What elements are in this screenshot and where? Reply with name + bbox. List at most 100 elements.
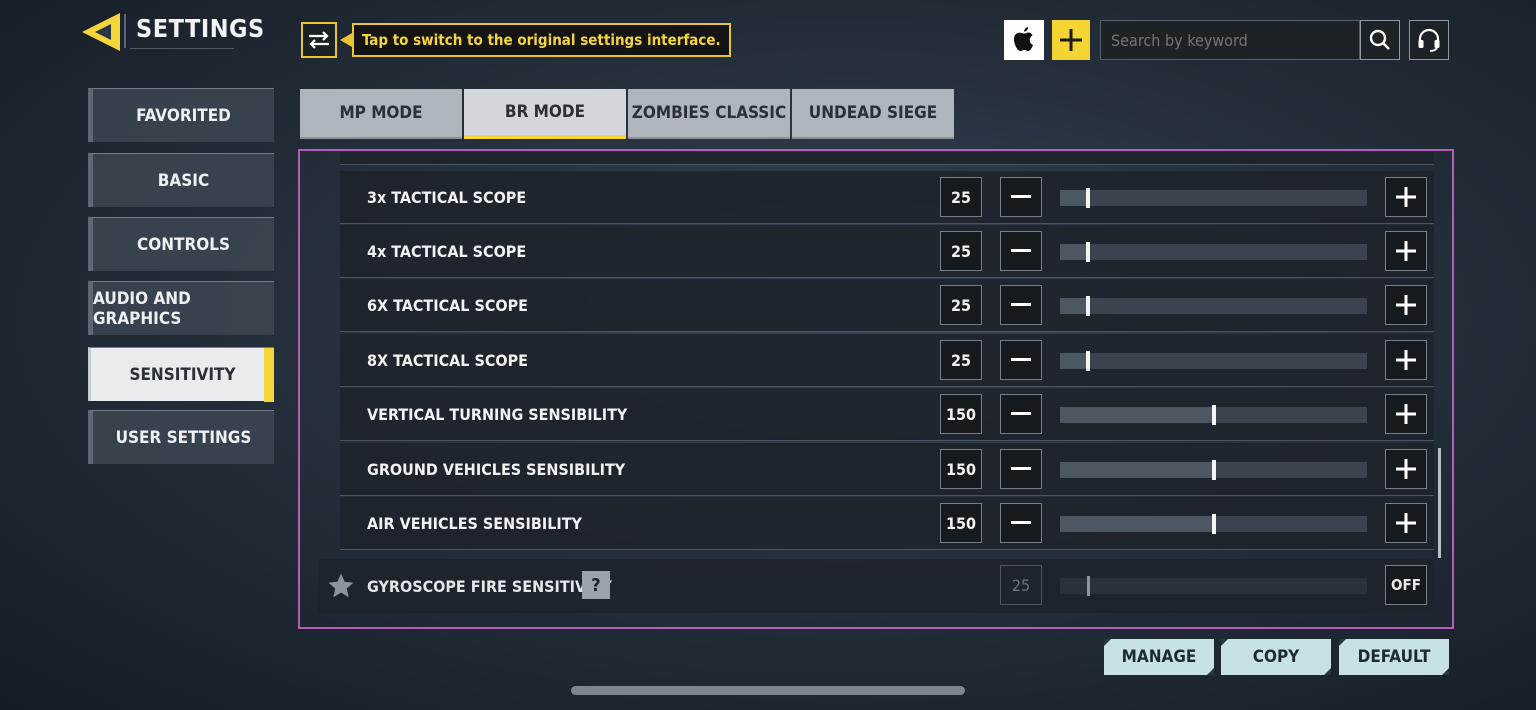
switch-interface-tooltip: Tap to switch to the original settings i… [352, 23, 731, 57]
star-icon[interactable] [326, 571, 356, 601]
setting-label: VERTICAL TURNING SENSIBILITY [367, 405, 628, 424]
slider[interactable] [1060, 296, 1367, 316]
sidebar-item-audio-graphics[interactable]: AUDIO AND GRAPHICS [88, 281, 274, 335]
value-field[interactable]: 25 [940, 340, 982, 380]
slider[interactable] [1060, 351, 1367, 371]
slider-thumb[interactable] [1086, 188, 1090, 208]
sidebar-active-indicator [264, 348, 274, 402]
copy-button[interactable]: COPY [1221, 639, 1331, 675]
decrease-button[interactable] [1000, 177, 1042, 217]
slider-fill [1060, 353, 1088, 369]
value-field[interactable]: 25 [940, 231, 982, 271]
apple-account-button[interactable] [1004, 20, 1044, 60]
decrease-button[interactable] [1000, 340, 1042, 380]
search-button[interactable] [1360, 20, 1400, 60]
decrease-button[interactable] [1000, 231, 1042, 271]
increase-button[interactable] [1385, 394, 1427, 434]
slider[interactable] [1060, 188, 1367, 208]
slider-thumb[interactable] [1212, 460, 1216, 480]
value-field[interactable]: 150 [940, 394, 982, 434]
decrease-button[interactable] [1000, 449, 1042, 489]
manage-button[interactable]: MANAGE [1104, 639, 1214, 675]
increase-button[interactable] [1385, 340, 1427, 380]
slider-fill [1060, 244, 1088, 260]
setting-label: AIR VEHICLES SENSIBILITY [367, 514, 582, 533]
increase-button[interactable] [1385, 177, 1427, 217]
back-button[interactable] [80, 10, 124, 54]
add-button[interactable] [1052, 20, 1090, 60]
tab-br-mode[interactable]: BR MODE [464, 89, 626, 139]
slider[interactable] [1060, 405, 1367, 425]
increase-button[interactable] [1385, 231, 1427, 271]
list-item: 6X TACTICAL SCOPE 25 [340, 279, 1434, 332]
slider-thumb [1087, 576, 1090, 596]
title-underline [130, 48, 234, 49]
minus-icon [1011, 521, 1031, 524]
slider[interactable] [1060, 460, 1367, 480]
value-field[interactable]: 25 [940, 177, 982, 217]
decrease-button[interactable] [1000, 285, 1042, 325]
slider-thumb[interactable] [1086, 296, 1090, 316]
apple-icon [1014, 27, 1033, 51]
minus-icon [1011, 249, 1031, 252]
help-icon[interactable]: ? [582, 571, 610, 599]
home-indicator[interactable] [571, 686, 965, 695]
slider-thumb[interactable] [1086, 351, 1090, 371]
value-field[interactable]: 150 [940, 449, 982, 489]
swap-arrows-icon [309, 31, 329, 49]
toggle-button[interactable]: OFF [1385, 565, 1427, 605]
slider-fill [1060, 462, 1214, 478]
sidebar-item-user-settings[interactable]: USER SETTINGS [88, 410, 274, 464]
increase-button[interactable] [1385, 285, 1427, 325]
plus-icon [1060, 29, 1082, 51]
slider-disabled [1060, 576, 1367, 596]
back-arrow-icon [82, 13, 120, 51]
slider-fill [1060, 190, 1088, 206]
value-field[interactable]: 25 [940, 285, 982, 325]
tooltip-pointer [340, 33, 352, 47]
sidebar-item-sensitivity[interactable]: SENSITIVITY [88, 347, 274, 401]
minus-icon [1011, 303, 1031, 306]
sidebar-item-basic[interactable]: BASIC [88, 153, 274, 207]
decrease-button[interactable] [1000, 394, 1042, 434]
minus-icon [1011, 358, 1031, 361]
list-item: AIR VEHICLES SENSIBILITY 150 [340, 497, 1434, 550]
setting-label: GROUND VEHICLES SENSIBILITY [367, 460, 626, 479]
search-icon [1369, 29, 1390, 50]
sidebar-item-controls[interactable]: CONTROLS [88, 217, 274, 271]
value-field: 25 [1000, 565, 1042, 605]
plus-icon [1396, 241, 1416, 261]
switch-interface-button[interactable] [301, 22, 337, 58]
list-item: 3x TACTICAL SCOPE 25 [340, 171, 1434, 224]
plus-icon [1396, 350, 1416, 370]
slider-fill [1060, 298, 1088, 314]
slider[interactable] [1060, 242, 1367, 262]
setting-label: 4x TACTICAL SCOPE [367, 242, 527, 261]
slider[interactable] [1060, 514, 1367, 534]
search-field[interactable] [1100, 20, 1360, 60]
minus-icon [1011, 195, 1031, 198]
setting-label: 6X TACTICAL SCOPE [367, 296, 529, 315]
default-button[interactable]: DEFAULT [1339, 639, 1449, 675]
tab-mp-mode[interactable]: MP MODE [300, 89, 462, 139]
tab-undead-siege[interactable]: UNDEAD SIEGE [792, 89, 954, 139]
slider-thumb[interactable] [1212, 405, 1216, 425]
search-input[interactable] [1101, 21, 1359, 59]
slider-fill [1060, 516, 1214, 532]
page-title: SETTINGS [136, 14, 265, 43]
list-item: GROUND VEHICLES SENSIBILITY 150 [340, 443, 1434, 496]
slider-thumb[interactable] [1212, 514, 1216, 534]
sidebar-item-favorited[interactable]: FAVORITED [88, 88, 274, 142]
slider-fill [1060, 407, 1214, 423]
decrease-button[interactable] [1000, 503, 1042, 543]
slider-thumb[interactable] [1086, 242, 1090, 262]
support-button[interactable] [1409, 20, 1449, 60]
scrollbar[interactable] [1438, 448, 1441, 558]
setting-label: 8X TACTICAL SCOPE [367, 351, 529, 370]
increase-button[interactable] [1385, 503, 1427, 543]
increase-button[interactable] [1385, 449, 1427, 489]
gyroscope-fire-row: GYROSCOPE FIRE SENSITIVITY ? 25 OFF [318, 559, 1434, 613]
value-field[interactable]: 150 [940, 503, 982, 543]
tab-zombies-classic[interactable]: ZOMBIES CLASSIC [628, 89, 790, 139]
setting-label: GYROSCOPE FIRE SENSITIVITY [367, 576, 612, 596]
